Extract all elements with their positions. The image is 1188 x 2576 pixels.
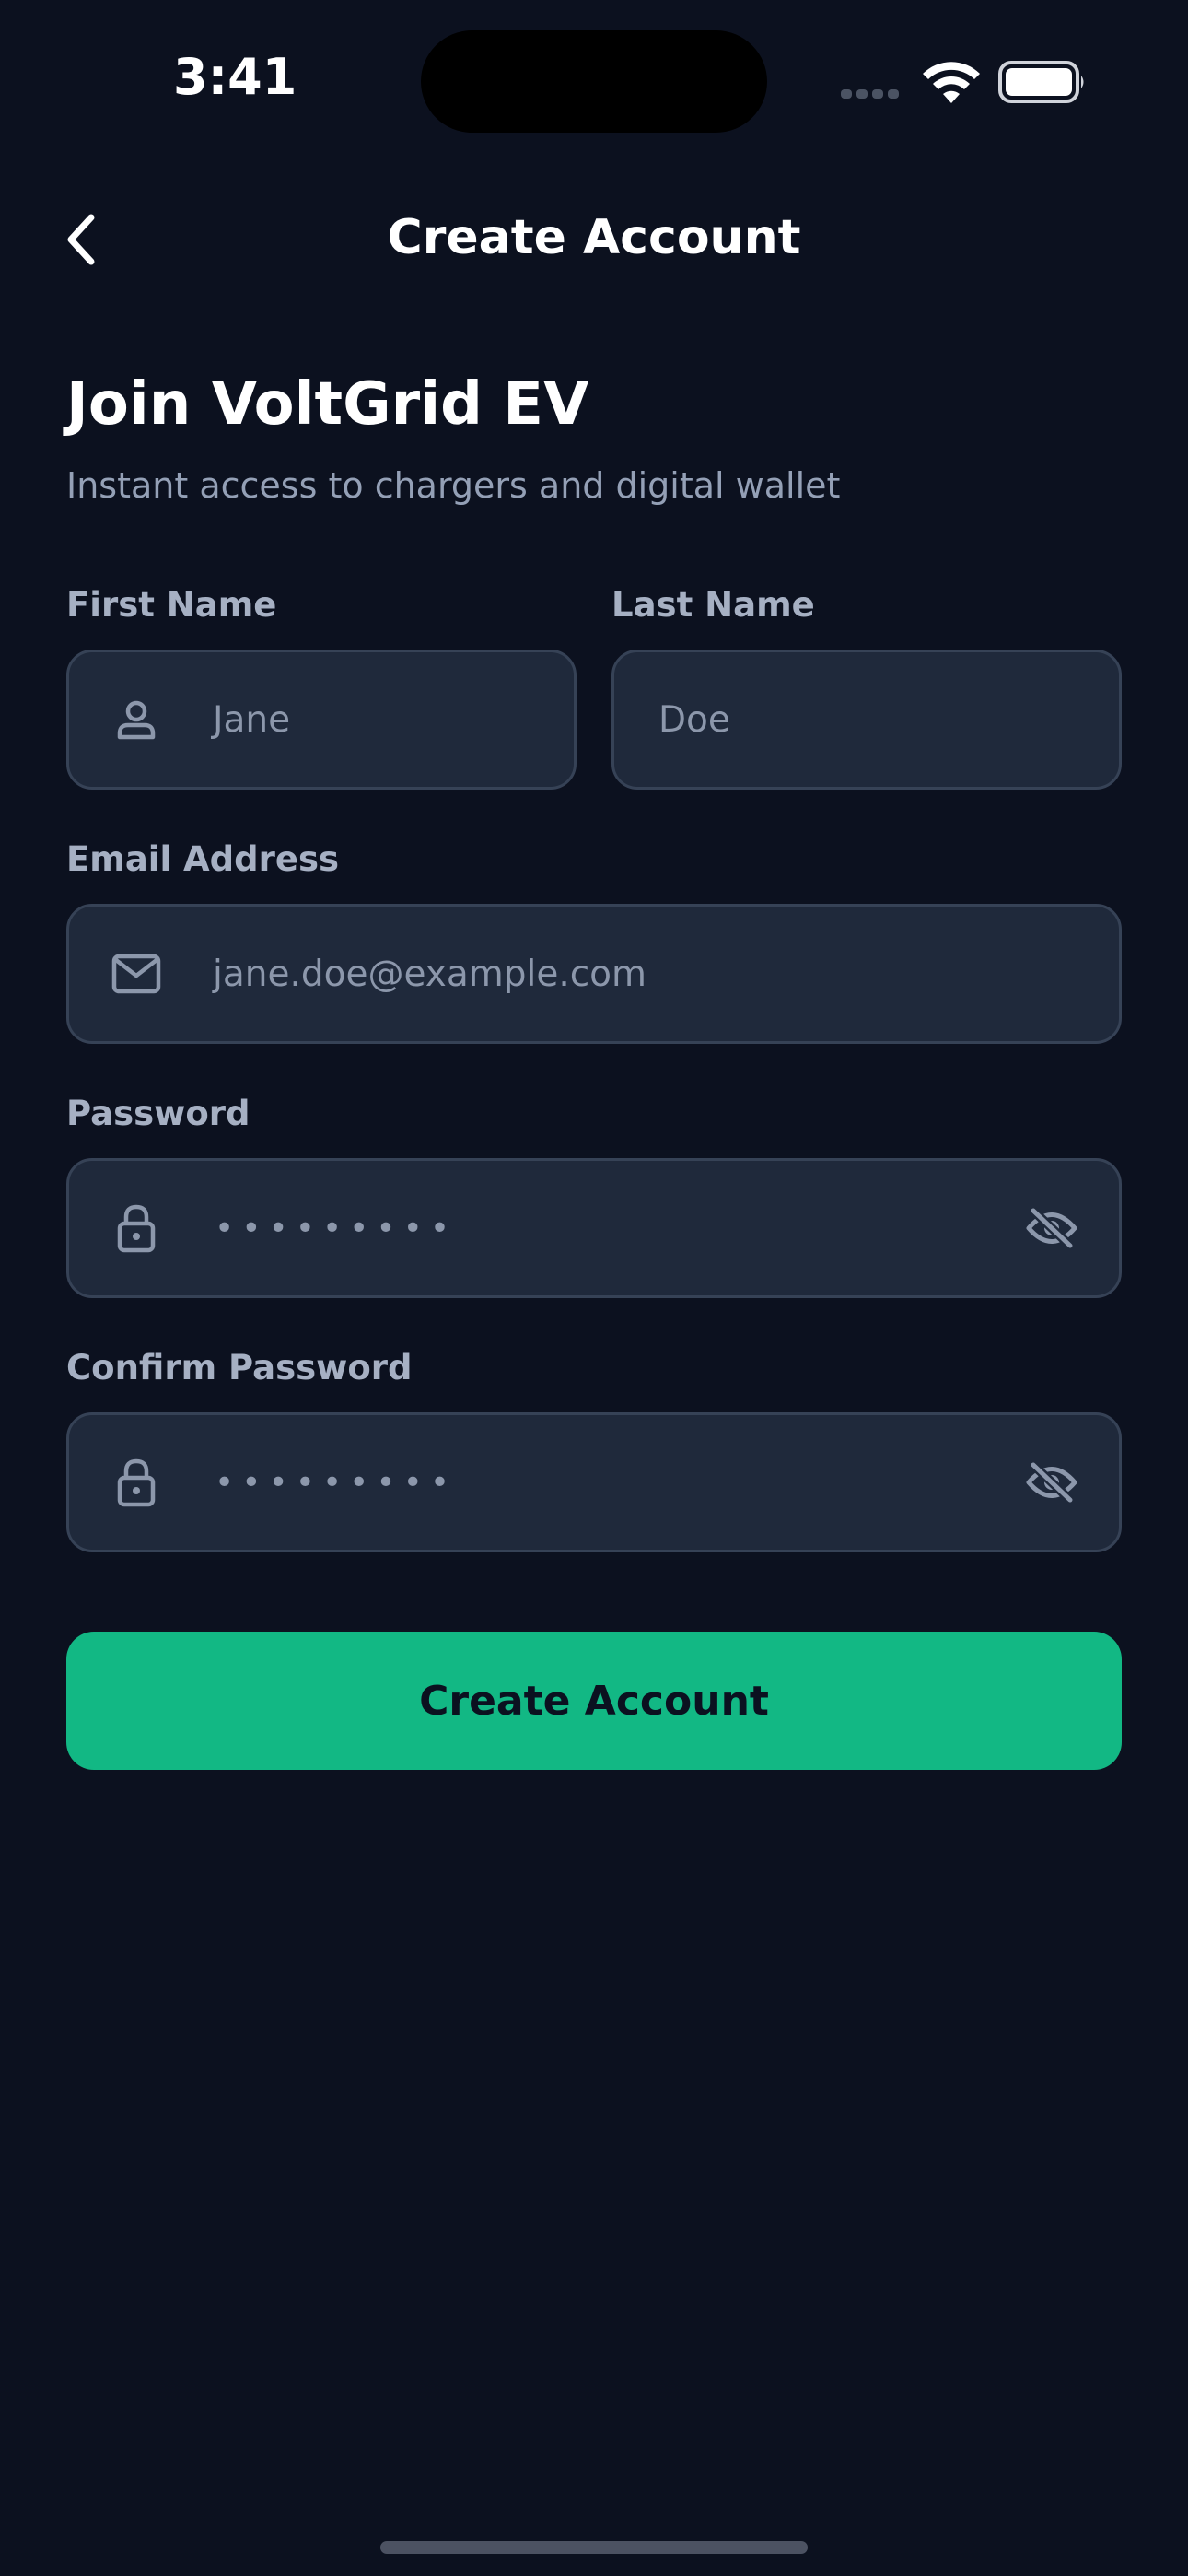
first-name-field[interactable]: Jane bbox=[66, 650, 577, 790]
lock-icon bbox=[104, 1450, 169, 1515]
confirm-password-value: ••••••••• bbox=[215, 1463, 458, 1502]
last-name-value: Doe bbox=[658, 698, 730, 741]
first-name-value: Jane bbox=[213, 698, 291, 741]
lock-icon bbox=[104, 1196, 169, 1260]
email-field[interactable]: jane.doe@example.com bbox=[66, 904, 1122, 1044]
password-label: Password bbox=[66, 1094, 250, 1133]
email-value: jane.doe@example.com bbox=[213, 953, 647, 995]
confirm-password-field[interactable]: ••••••••• bbox=[66, 1412, 1122, 1552]
page-title: Join VoltGrid EV bbox=[66, 370, 589, 439]
confirm-password-label: Confirm Password bbox=[66, 1348, 413, 1388]
email-label: Email Address bbox=[66, 839, 340, 879]
eye-off-icon bbox=[1026, 1207, 1077, 1249]
password-visibility-toggle[interactable] bbox=[1019, 1196, 1084, 1260]
password-field[interactable]: ••••••••• bbox=[66, 1158, 1122, 1298]
page-subtitle: Instant access to chargers and digital w… bbox=[66, 465, 841, 506]
dynamic-island bbox=[421, 30, 767, 133]
battery-icon bbox=[998, 61, 1087, 107]
create-account-button[interactable]: Create Account bbox=[66, 1632, 1122, 1770]
wifi-icon bbox=[921, 59, 982, 109]
first-name-label: First Name bbox=[66, 585, 277, 625]
user-icon bbox=[104, 687, 169, 752]
mail-icon bbox=[104, 942, 169, 1006]
password-value: ••••••••• bbox=[215, 1209, 458, 1247]
status-time: 3:41 bbox=[173, 48, 297, 106]
signal-dots-icon bbox=[841, 85, 903, 102]
last-name-field[interactable]: Doe bbox=[611, 650, 1122, 790]
home-indicator[interactable] bbox=[380, 2541, 808, 2554]
last-name-label: Last Name bbox=[611, 585, 815, 625]
eye-off-icon bbox=[1026, 1461, 1077, 1504]
confirm-password-visibility-toggle[interactable] bbox=[1019, 1450, 1084, 1515]
nav-title: Create Account bbox=[387, 210, 801, 265]
